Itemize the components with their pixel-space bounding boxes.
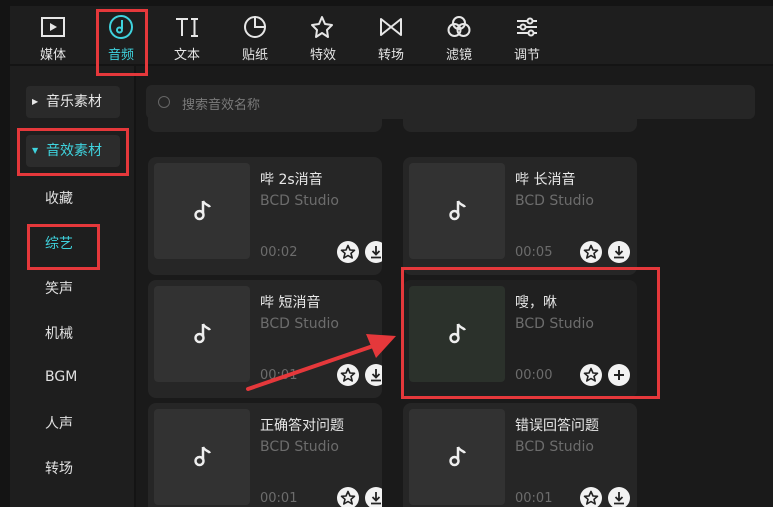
pointer-arrow-icon (246, 334, 396, 391)
